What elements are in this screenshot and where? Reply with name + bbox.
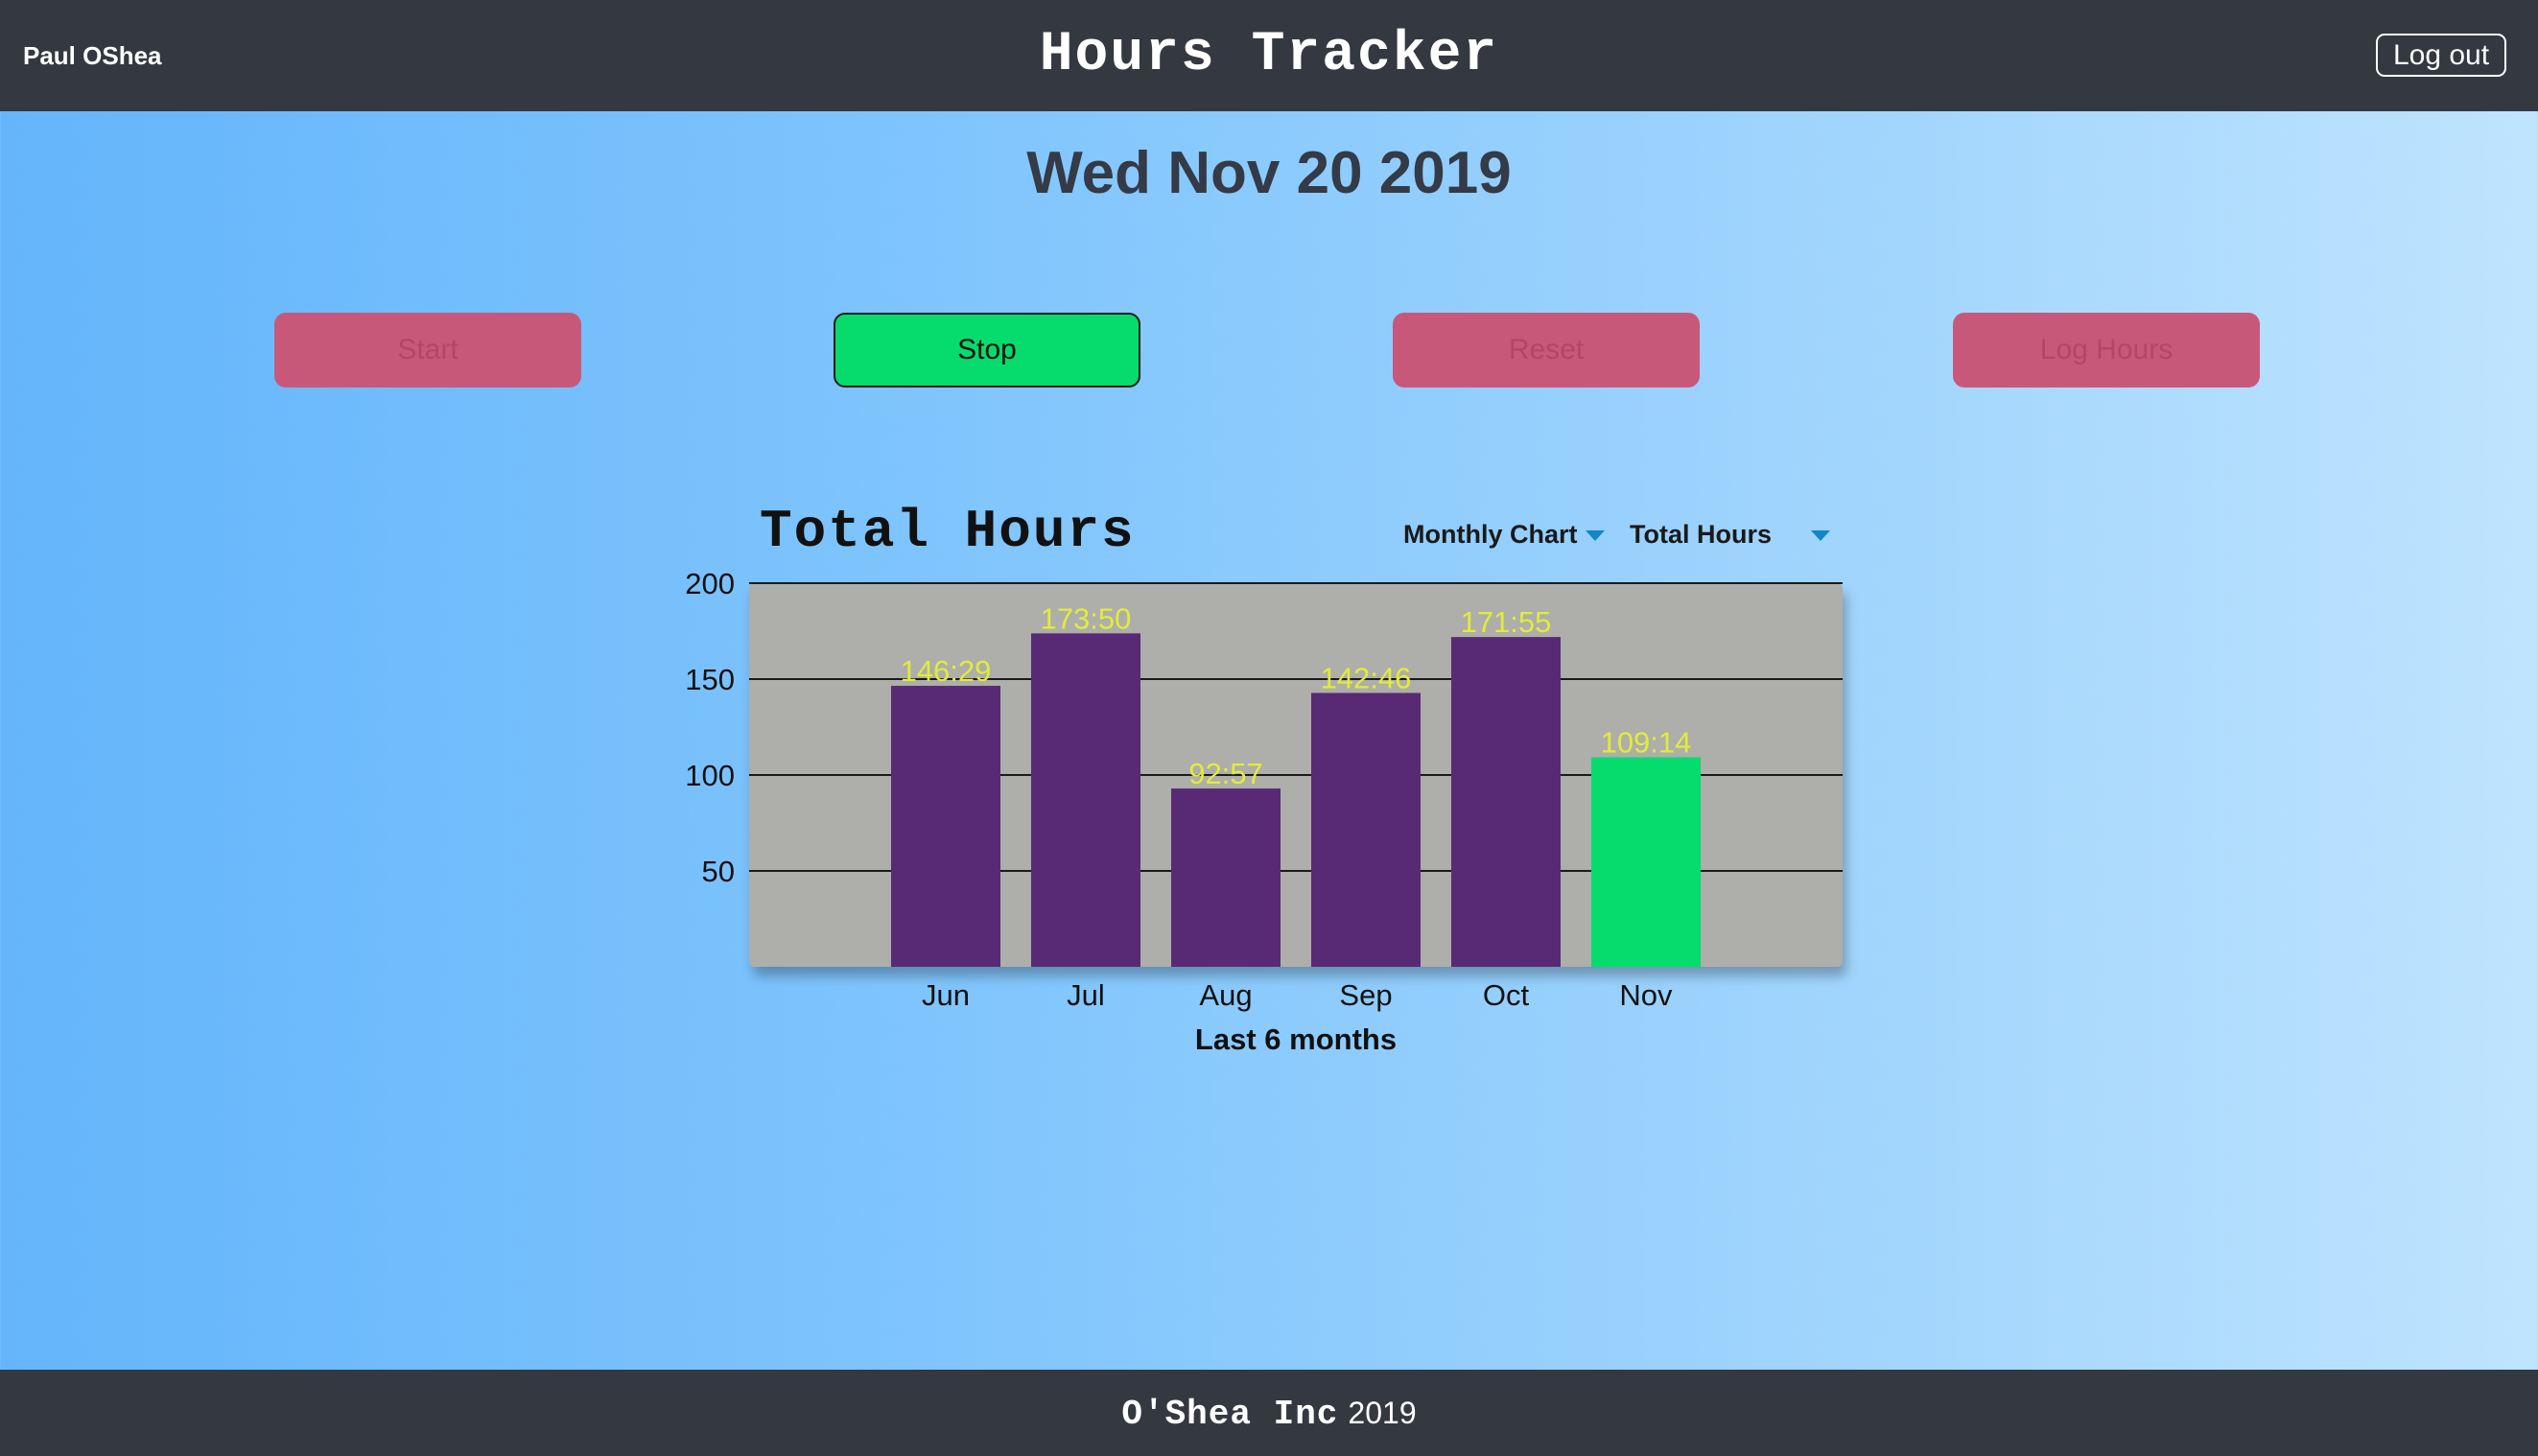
y-tick-label: 50 [702, 855, 735, 888]
bar-jun [891, 686, 1000, 967]
footer: O'Shea Inc 2019 [0, 1370, 2538, 1456]
bar-chart: 50 100 150 200 Jun Jul Aug Sep Oct Nov 146:29 173:… [685, 567, 1843, 1056]
x-tick-label: Jun [922, 978, 970, 1012]
y-tick-label: 200 [685, 567, 735, 600]
bar-value-label: 173:50 [1041, 601, 1132, 635]
bar-value-label: 142:46 [1321, 661, 1412, 694]
bar-oct [1451, 637, 1561, 967]
bar-jul [1031, 633, 1140, 967]
footer-year: 2019 [1348, 1396, 1417, 1430]
y-tick-label: 150 [685, 663, 735, 696]
bar-sep [1311, 693, 1421, 967]
bar-value-label: 109:14 [1601, 726, 1692, 760]
bar-nov [1591, 757, 1701, 967]
bar-value-label: 92:57 [1188, 757, 1263, 790]
x-axis-label: Last 6 months [1195, 1022, 1397, 1056]
bar-value-label: 146:29 [901, 654, 992, 688]
x-tick-label: Aug [1199, 978, 1252, 1012]
bar-value-label: 171:55 [1461, 605, 1552, 639]
footer-company: O'Shea Inc [1121, 1395, 1339, 1434]
x-tick-label: Sep [1339, 978, 1392, 1012]
y-tick-label: 100 [685, 759, 735, 792]
x-tick-label: Oct [1483, 978, 1530, 1012]
x-tick-label: Jul [1067, 978, 1105, 1012]
bar-aug [1171, 788, 1281, 967]
x-tick-label: Nov [1619, 978, 1673, 1012]
